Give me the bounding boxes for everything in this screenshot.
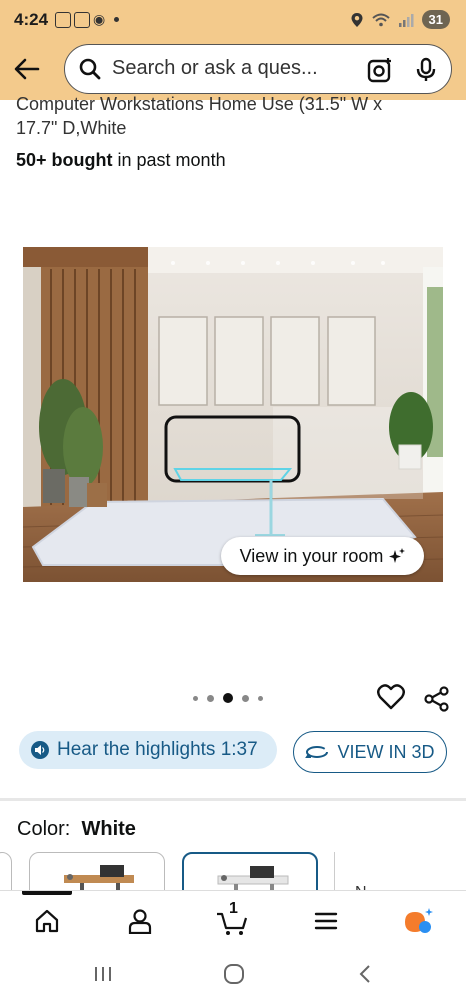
person-icon xyxy=(128,909,152,934)
location-icon xyxy=(351,12,363,27)
nav-home[interactable] xyxy=(27,905,67,937)
bought-count-rest: in past month xyxy=(112,150,226,170)
product-page: 4:24 ◉ 31 Search or ask a ques... Comput… xyxy=(0,0,466,1000)
status-bar: 4:24 ◉ 31 xyxy=(0,0,466,40)
search-placeholder: Search or ask a ques... xyxy=(112,57,318,79)
rotate-3d-icon xyxy=(305,746,329,758)
view-in-3d-label: VIEW IN 3D xyxy=(337,741,435,762)
color-value: White xyxy=(81,818,136,840)
back-button[interactable] xyxy=(10,52,44,86)
microphone-icon[interactable] xyxy=(415,57,437,83)
cart-count-badge: 1 xyxy=(229,900,238,917)
bought-count-strong: 50+ bought xyxy=(16,150,113,170)
bought-count: 50+ bought in past month xyxy=(16,150,226,171)
nav-menu[interactable] xyxy=(306,905,346,937)
back-system-button[interactable] xyxy=(350,962,380,986)
image-carousel-dots[interactable] xyxy=(193,693,263,703)
rufus-assistant-icon xyxy=(405,908,433,933)
hamburger-menu-icon xyxy=(314,912,338,930)
more-notifications-dot-icon xyxy=(114,17,120,22)
product-title-line2: 17.7" D,White xyxy=(16,118,127,138)
color-selector-label: Color: White xyxy=(17,818,136,841)
battery-indicator: 31 xyxy=(421,10,450,29)
carousel-dot-active[interactable] xyxy=(223,693,233,703)
nav-active-indicator xyxy=(22,891,72,895)
screenshot-icon xyxy=(55,11,71,28)
recent-apps-button[interactable] xyxy=(88,962,118,986)
speaker-icon xyxy=(31,741,49,759)
status-system-icons: 31 xyxy=(350,10,450,29)
color-label: Color: xyxy=(17,818,71,840)
home-icon xyxy=(35,909,59,933)
status-time: 4:24 xyxy=(14,10,49,29)
chevron-left-icon xyxy=(359,965,370,983)
nav-cart[interactable]: 1 xyxy=(212,900,252,937)
view-in-room-label: View in your room xyxy=(239,545,384,566)
qr-icon xyxy=(74,11,90,28)
hear-highlights-label: Hear the highlights 1:37 xyxy=(57,739,258,760)
room-scene-image xyxy=(23,247,443,582)
home-system-button[interactable] xyxy=(219,962,249,986)
add-to-list-button[interactable] xyxy=(377,684,405,715)
back-arrow-icon xyxy=(14,58,40,80)
app-header: 4:24 ◉ 31 Search or ask a ques... xyxy=(0,0,466,100)
signal-icon xyxy=(398,13,414,27)
carousel-dot[interactable] xyxy=(258,695,263,701)
status-notification-icons: ◉ xyxy=(55,11,120,28)
product-image[interactable] xyxy=(23,247,443,582)
nav-account[interactable] xyxy=(120,905,160,937)
wifi-icon xyxy=(371,13,390,26)
section-divider xyxy=(0,798,466,801)
search-input[interactable]: Search or ask a ques... xyxy=(64,44,452,94)
heart-icon xyxy=(377,684,405,710)
att-icon: ◉ xyxy=(93,11,106,27)
camera-lens-icon[interactable] xyxy=(367,57,393,83)
carousel-dot[interactable] xyxy=(242,694,249,702)
nav-rufus-assistant[interactable] xyxy=(398,905,438,937)
hear-highlights-button[interactable]: Hear the highlights 1:37 xyxy=(19,731,277,769)
view-in-3d-button[interactable]: VIEW IN 3D xyxy=(293,731,447,773)
sparkle-icon xyxy=(389,548,406,563)
bottom-navigation: 1 xyxy=(0,890,466,950)
share-icon xyxy=(424,686,449,712)
product-title-partial: Computer Workstations Home Use (31.5" W … xyxy=(16,94,383,114)
recent-apps-icon xyxy=(95,967,111,981)
share-button[interactable] xyxy=(424,686,450,717)
carousel-dot[interactable] xyxy=(193,695,198,701)
search-icon xyxy=(79,58,101,80)
view-in-your-room-button[interactable]: View in your room xyxy=(221,537,424,575)
system-navigation-bar xyxy=(0,950,466,1000)
home-circle-icon xyxy=(224,964,244,984)
carousel-dot[interactable] xyxy=(207,694,214,702)
